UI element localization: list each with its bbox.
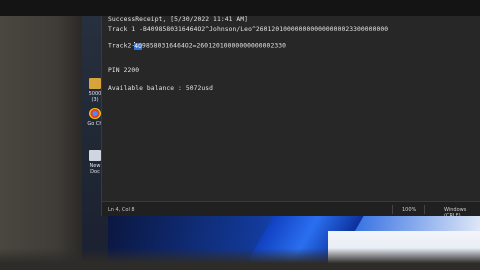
background-wall [0, 16, 82, 270]
status-bar: Ln 4, Col 8 100% Windows (CRLF) [102, 201, 480, 219]
status-divider [392, 205, 393, 214]
selected-text: 4O [134, 42, 143, 50]
editor-line: Track 1 -B4098580316464O2^Johnson/Leo^26… [108, 26, 389, 33]
monitor-bezel-top [0, 0, 480, 16]
desktop-icon-label: 5000 (3) [88, 91, 102, 103]
editor-line: Available balance : 5072usd [108, 85, 214, 92]
document-icon [89, 150, 101, 161]
status-divider [424, 205, 425, 214]
desktop-icon-label: New Doc [89, 163, 101, 175]
notepad-window: SuccessReceipt, [5/30/2022 11:41 AM] Tra… [101, 16, 480, 219]
text-editor[interactable]: SuccessReceipt, [5/30/2022 11:41 AM] Tra… [102, 16, 480, 201]
editor-text: 98580316464O2=26012010000000000002330 [142, 42, 287, 50]
folder-icon [89, 78, 101, 89]
editor-text: Track2- [108, 42, 136, 50]
editor-line: Track2-4O98580316464O2=26012010000000000… [108, 42, 286, 50]
zoom-level[interactable]: 100% [402, 207, 416, 213]
editor-line: SuccessReceipt, [5/30/2022 11:41 AM] [108, 16, 249, 23]
cursor-position: Ln 4, Col 8 [108, 207, 135, 213]
chrome-icon [89, 108, 101, 119]
editor-line: PIN 2200 [108, 67, 140, 74]
monitor-screen: 5000 (3) Go Ch New Doc SuccessReceipt, [… [82, 16, 480, 270]
room-shadow [0, 248, 480, 270]
